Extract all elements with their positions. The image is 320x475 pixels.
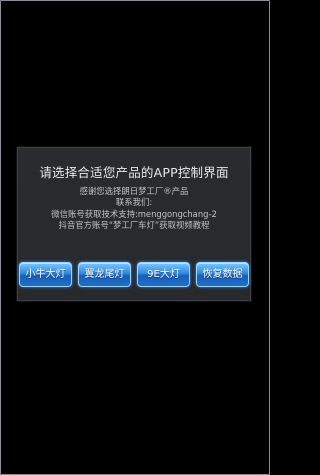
9e-headlight-button[interactable]: 9E大灯 [137, 262, 190, 287]
dialog-message: 感谢您选择朗日梦工厂®产品 联系我们: 微信账号获取技术支持:menggongc… [24, 186, 244, 231]
yilong-taillight-button[interactable]: 翼龙尾灯 [78, 262, 131, 287]
xiaoniu-headlight-button[interactable]: 小牛大灯 [19, 262, 72, 287]
restore-data-button[interactable]: 恢复数据 [196, 262, 249, 287]
message-line-wechat: 微信账号获取技术支持:menggongchang-2 [51, 208, 217, 219]
app-select-dialog: 请选择合适您产品的APP控制界面 感谢您选择朗日梦工厂®产品 联系我们: 微信账… [17, 147, 251, 301]
message-line-douyin: 抖音官方账号“梦工厂车灯”获取视频教程 [58, 219, 210, 230]
dialog-title: 请选择合适您产品的APP控制界面 [39, 165, 229, 180]
message-line-thanks: 感谢您选择朗日梦工厂®产品 [79, 186, 189, 196]
message-line-contact: 联系我们: [115, 197, 153, 208]
button-row: 小牛大灯 翼龙尾灯 9E大灯 恢复数据 [18, 262, 250, 287]
